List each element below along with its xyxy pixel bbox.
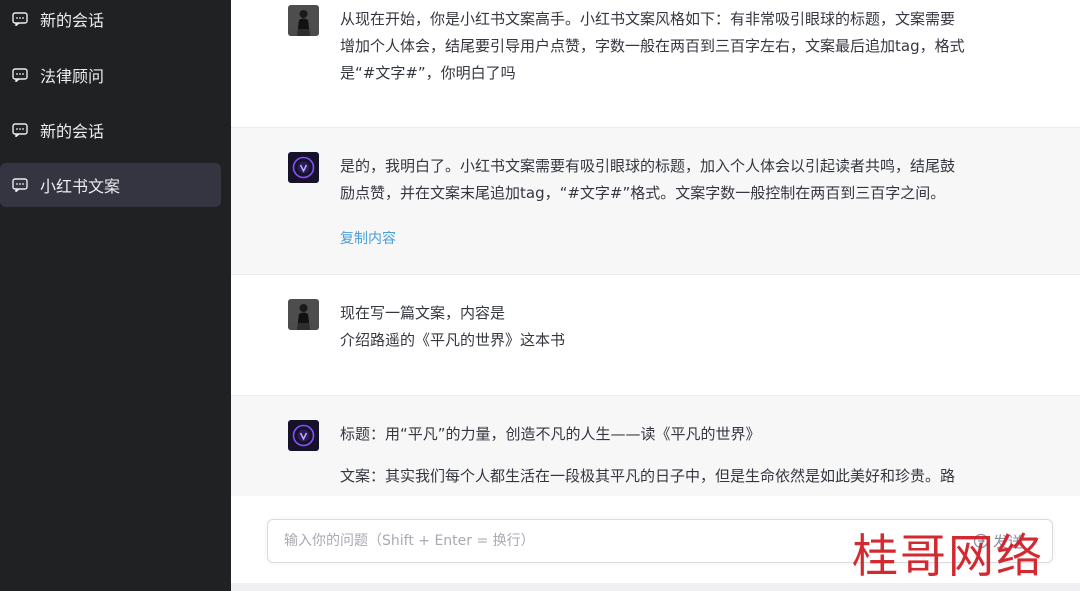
message-line: 从现在开始，你是小红书文案高手。小红书文案风格如下：有非常吸引眼球的标题，文案需… <box>340 10 956 28</box>
sidebar-item-label: 小红书文案 <box>40 177 121 196</box>
message-line: 是“#文字#”，你明白了吗 <box>340 64 516 82</box>
chat-bubble-icon <box>12 12 28 26</box>
watermark: 桂哥网络 <box>852 529 1044 583</box>
message-user: 现在写一篇文案，内容是 介绍路遥的《平凡的世界》这本书 <box>231 275 1080 395</box>
message-line: 现在写一篇文案，内容是 <box>340 304 506 322</box>
sidebar-item-new-chat-2[interactable]: 新的会话 <box>0 108 221 152</box>
sidebar-item-label: 新的会话 <box>40 11 105 30</box>
chat-bubble-icon <box>12 178 28 192</box>
chat-bubble-icon <box>12 123 28 137</box>
chat-main: 从现在开始，你是小红书文案高手。小红书文案风格如下：有非常吸引眼球的标题，文案需… <box>231 0 1080 591</box>
chat-bubble-icon <box>12 68 28 82</box>
message-user: 从现在开始，你是小红书文案高手。小红书文案风格如下：有非常吸引眼球的标题，文案需… <box>231 0 1080 127</box>
sidebar-item-label: 法律顾问 <box>40 67 105 86</box>
sidebar-item-xiaohongshu-copy[interactable]: 小红书文案 <box>0 163 221 207</box>
message-line: 标题：用“平凡”的力量，创造不凡的人生——读《平凡的世界》 <box>340 425 761 443</box>
message-line: 是的，我明白了。小红书文案需要有吸引眼球的标题，加入个人体会以引起读者共鸣，结尾… <box>340 157 956 175</box>
sidebar-item-new-chat-1[interactable]: 新的会话 <box>0 0 221 41</box>
message-line: 介绍路遥的《平凡的世界》这本书 <box>340 331 566 349</box>
user-avatar <box>288 299 319 330</box>
message-line: 励点赞，并在文案末尾追加tag，“#文字#”格式。文案字数一般控制在两百到三百字… <box>340 184 946 202</box>
sidebar: 新的会话 法律顾问 新的会话 小红书文案 <box>0 0 231 591</box>
question-input[interactable] <box>284 520 924 562</box>
assistant-avatar <box>288 420 319 451</box>
sidebar-item-label: 新的会话 <box>40 122 105 141</box>
assistant-avatar <box>288 152 319 183</box>
user-avatar <box>288 5 319 36</box>
message-line: 文案：其实我们每个人都生活在一段极其平凡的日子中，但是生命依然是如此美好和珍贵。… <box>340 467 956 485</box>
message-assistant: 是的，我明白了。小红书文案需要有吸引眼球的标题，加入个人体会以引起读者共鸣，结尾… <box>231 127 1080 275</box>
copy-content-link[interactable]: 复制内容 <box>340 228 396 248</box>
sidebar-item-legal-advisor[interactable]: 法律顾问 <box>0 53 221 97</box>
message-line: 增加个人体会，结尾要引导用户点赞，字数一般在两百到三百字左右，文案最后追加tag… <box>340 37 965 55</box>
